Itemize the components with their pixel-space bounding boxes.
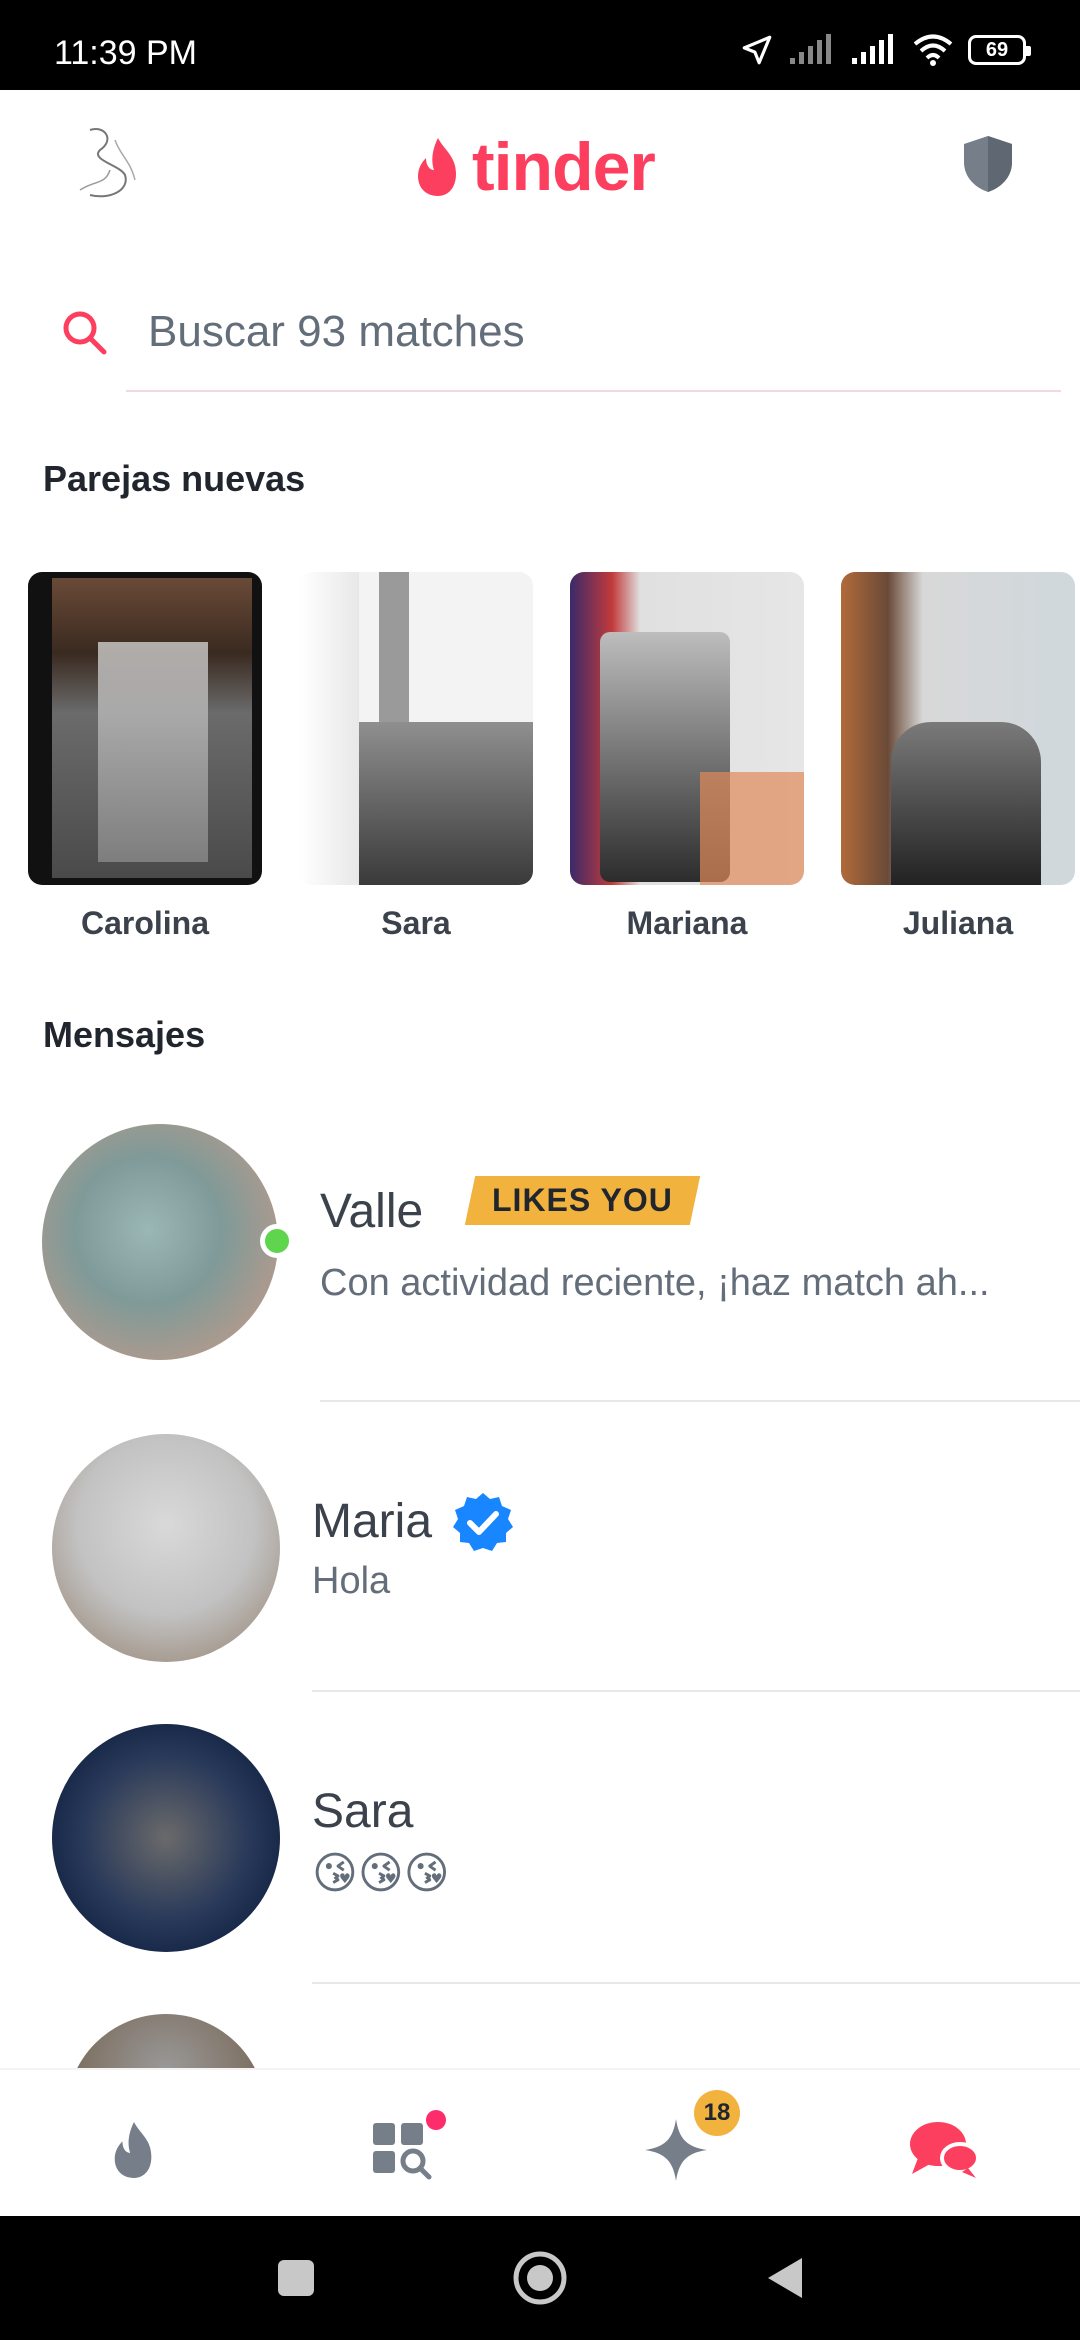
status-icons: 69 [740, 30, 1031, 70]
profile-button[interactable] [60, 120, 150, 210]
recents-button[interactable] [264, 2246, 328, 2310]
square-icon [278, 2260, 314, 2296]
messages-title: Mensajes [43, 1014, 206, 1055]
app-header: tinder [0, 90, 1080, 240]
profile-sketch-icon [79, 128, 136, 198]
likes-you-badge: LIKES YOU [464, 1176, 701, 1225]
avatar [42, 1124, 278, 1360]
battery-indicator: 69 [968, 35, 1031, 65]
match-card[interactable]: Carolina [28, 572, 262, 952]
message-row[interactable]: Valle LIKES YOU Con actividad reciente, … [0, 1120, 1080, 1410]
flame-icon [418, 138, 456, 196]
shield-icon [964, 136, 1012, 192]
match-photo [570, 572, 804, 885]
new-matches-list: Carolina Sara Mariana Juliana [28, 572, 1080, 952]
message-divider [320, 1400, 1080, 1402]
explore-icon [373, 2123, 432, 2180]
match-name: Juliana [902, 905, 1014, 941]
message-preview: 😘😘😘 [312, 1849, 450, 1898]
match-card[interactable]: Mariana [570, 572, 804, 952]
search-icon [63, 311, 107, 355]
nav-messages[interactable] [904, 2110, 984, 2190]
status-bar: 11:39 PM 69 [0, 0, 1080, 90]
message-divider [312, 1690, 1080, 1692]
system-nav-bar [0, 2216, 1080, 2340]
verified-badge-icon [453, 1493, 513, 1551]
wifi-icon [913, 34, 953, 66]
search-bar [56, 296, 1070, 392]
match-name: Carolina [80, 905, 210, 941]
message-name: Maria [312, 1495, 433, 1548]
match-photo [28, 572, 262, 885]
match-photo [299, 572, 533, 885]
match-card[interactable]: Sara [299, 572, 533, 952]
message-preview: Hola [312, 1560, 391, 1602]
back-button[interactable] [752, 2246, 816, 2310]
bottom-nav: 18 [0, 2068, 1080, 2218]
circle-icon [513, 2251, 567, 2305]
message-preview: Con actividad reciente, ¡haz match ah... [320, 1262, 990, 1304]
match-card[interactable]: Juliana [841, 572, 1075, 952]
match-name: Mariana [626, 905, 748, 941]
message-name: Sara [312, 1785, 414, 1838]
new-matches-title: Parejas nuevas [43, 458, 306, 499]
safety-shield-button[interactable] [962, 134, 1014, 194]
signal-icon [790, 34, 831, 64]
search-input[interactable] [146, 296, 1070, 368]
tinder-logo: tinder [410, 128, 656, 206]
back-triangle-icon [768, 2258, 802, 2298]
message-row[interactable]: Maria Hola [0, 1430, 1080, 1690]
avatar [52, 1724, 280, 1952]
home-button[interactable] [508, 2246, 572, 2310]
signal-icon-2 [852, 34, 893, 64]
online-indicator [260, 1224, 294, 1258]
location-icon [742, 35, 772, 65]
new-indicator-dot [426, 2110, 446, 2130]
nav-home[interactable] [94, 2110, 174, 2190]
likes-count-badge: 18 [694, 2090, 740, 2136]
match-name: Sara [381, 905, 451, 941]
message-divider [312, 1982, 1080, 1984]
avatar [52, 1434, 280, 1662]
search-underline [126, 390, 1061, 392]
logo-text: tinder [472, 129, 656, 205]
message-row[interactable]: Sara 😘😘😘 [0, 1720, 1080, 1980]
chat-bubbles-icon [910, 2122, 980, 2178]
match-photo [841, 572, 1075, 885]
status-time: 11:39 PM [54, 34, 198, 72]
message-name: Valle [320, 1185, 424, 1238]
flame-icon [114, 2122, 152, 2178]
